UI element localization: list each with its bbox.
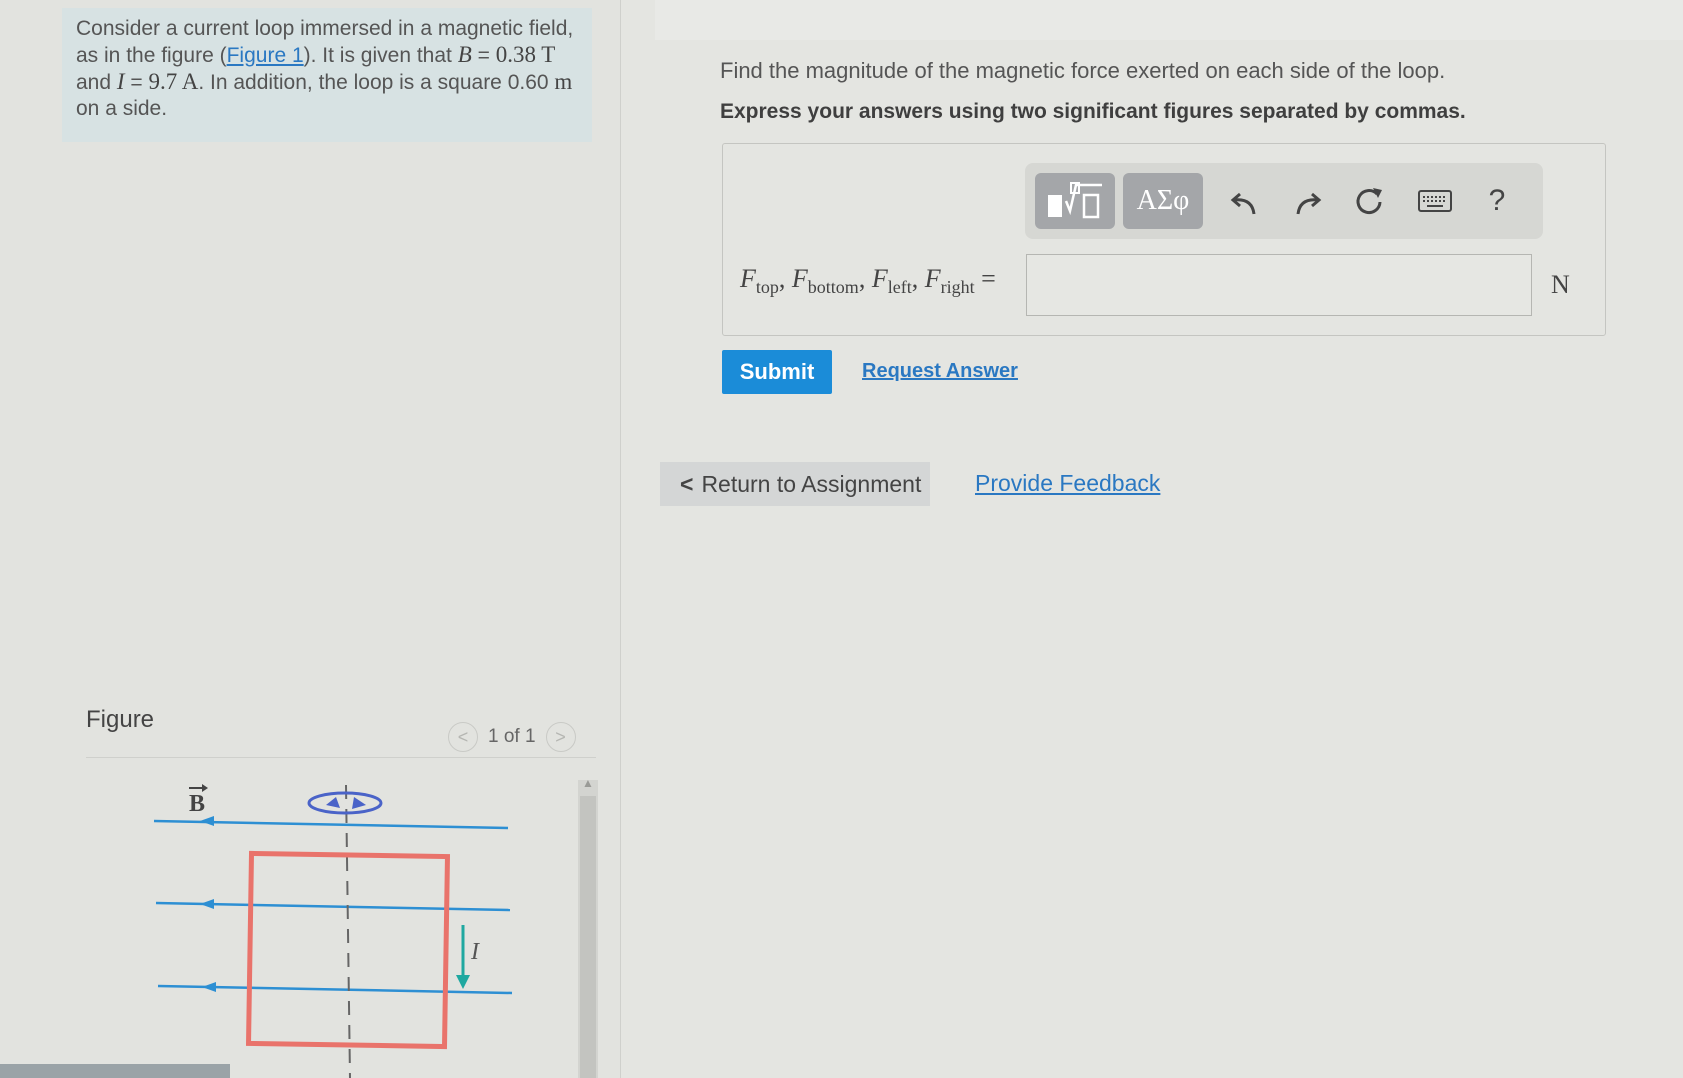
i-symbol: I <box>116 69 125 94</box>
keyboard-button[interactable] <box>1415 181 1455 221</box>
figure-count: 1 of 1 <box>488 726 536 747</box>
chevron-left-icon: < <box>680 470 694 497</box>
undo-button[interactable] <box>1225 181 1265 221</box>
answer-label: Ftop, Fbottom, Fleft, Fright = <box>740 264 996 298</box>
header-strip <box>655 0 1683 40</box>
scroll-up-icon[interactable]: ▲ <box>582 776 594 790</box>
b-value: 0.38 T <box>495 42 556 67</box>
answer-instruction: Express your answers using two significa… <box>720 100 1466 123</box>
unit-label: N <box>1551 270 1570 299</box>
problem-statement: Consider a current loop immersed in a ma… <box>62 8 592 142</box>
current-arrowhead <box>456 975 470 989</box>
rotation-arrows-icon <box>307 791 383 815</box>
field-arrow-top <box>200 816 214 826</box>
figure-link[interactable]: Figure 1 <box>227 44 304 67</box>
undo-icon <box>1230 192 1256 215</box>
rotation-axis <box>345 784 351 1078</box>
figure-title: Figure <box>86 706 155 733</box>
template-icon <box>1048 182 1102 219</box>
b-symbol: B <box>457 42 472 67</box>
field-lines <box>153 816 513 995</box>
help-button[interactable]: ? <box>1477 181 1517 221</box>
field-arrow-middle <box>200 899 214 909</box>
keyboard-icon <box>1418 190 1452 212</box>
redo-icon <box>1296 192 1322 215</box>
answer-input[interactable] <box>1026 254 1532 316</box>
request-answer-link[interactable]: Request Answer <box>862 360 1018 383</box>
greek-symbols-button[interactable]: ΑΣφ <box>1123 173 1203 229</box>
reset-button[interactable] <box>1349 181 1389 221</box>
return-label: Return to Assignment <box>701 470 922 497</box>
i-value: 9.7 A <box>148 69 199 94</box>
figure-scroll-thumb[interactable] <box>580 796 596 1078</box>
prev-figure-button[interactable]: < <box>448 722 478 752</box>
taskbar-edge <box>0 1064 230 1078</box>
next-figure-button[interactable]: > <box>545 722 576 752</box>
submit-button[interactable]: Submit <box>722 350 832 394</box>
figure-pager: < 1 of 1 > <box>448 722 576 752</box>
current-label: I <box>470 939 480 965</box>
reset-icon <box>1356 188 1382 215</box>
figure-divider <box>86 757 596 758</box>
b-vector-label: B <box>189 791 205 817</box>
loop-figure: B I <box>153 784 513 1078</box>
field-arrow-bottom <box>202 982 216 992</box>
question-prompt: Find the magnitude of the magnetic force… <box>720 58 1446 83</box>
provide-feedback-link[interactable]: Provide Feedback <box>975 470 1160 497</box>
return-to-assignment-button[interactable]: < Return to Assignment <box>660 462 930 506</box>
redo-button[interactable] <box>1287 181 1327 221</box>
template-button[interactable] <box>1035 173 1115 229</box>
math-toolbar: ΑΣφ ? <box>1025 163 1543 239</box>
m-unit: m <box>554 69 573 94</box>
